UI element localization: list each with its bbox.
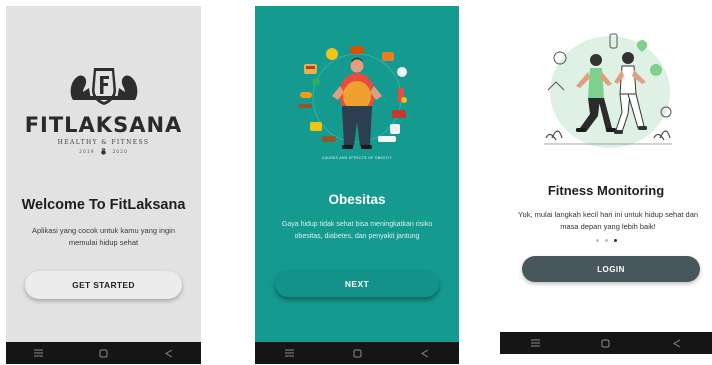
fitness-monitoring-screen: Fitness Monitoring Yuk, mulai langkah ke…	[500, 6, 712, 354]
page-dot	[595, 239, 599, 242]
home-icon[interactable]	[97, 346, 111, 360]
home-icon[interactable]	[350, 346, 364, 360]
menu-icon[interactable]	[282, 346, 296, 360]
back-icon[interactable]	[418, 346, 432, 360]
back-icon[interactable]	[670, 336, 684, 350]
welcome-title: Welcome To FitLaksana	[21, 197, 186, 213]
page-indicator	[500, 239, 712, 242]
android-nav-bar	[500, 332, 712, 354]
android-nav-bar	[255, 342, 459, 364]
next-button[interactable]: NEXT	[275, 270, 439, 297]
fitness-monitoring-title: Fitness Monitoring	[547, 183, 665, 198]
menu-icon[interactable]	[528, 336, 542, 350]
fitlaksana-logo: FitLaksana HEALTHY & FITNESS 2019 2020	[6, 64, 201, 155]
fitness-monitoring-subtitle: Yuk, mulai langkah kecil hari ini untuk …	[517, 210, 699, 231]
android-nav-bar	[6, 342, 201, 364]
running-couple-illustration	[544, 33, 672, 148]
page-dot-active	[613, 239, 617, 242]
flexing-arms-icon	[70, 68, 137, 105]
logo-est-line: 2019 2020	[6, 148, 201, 155]
obesitas-title: Obesitas	[328, 192, 386, 207]
obesity-illustration	[298, 46, 407, 149]
illustration-caption: CAUSES AND EFFECTS OF OBESITY	[321, 156, 393, 160]
welcome-screen: FitLaksana HEALTHY & FITNESS 2019 2020 W…	[6, 6, 201, 364]
logo-est-left: 2019	[79, 150, 95, 155]
login-button[interactable]: LOGIN	[522, 256, 700, 282]
obesitas-subtitle: Gaya hidup tidak sehat bisa meningkatkan…	[281, 221, 433, 240]
logo-est-right: 2020	[112, 150, 128, 155]
home-icon[interactable]	[599, 336, 613, 350]
kettlebell-icon	[101, 148, 106, 155]
get-started-button[interactable]: GET STARTED	[25, 271, 182, 299]
logo-wordmark: FitLaksana	[24, 113, 183, 137]
logo-tagline: HEALTHY & FITNESS	[57, 139, 150, 146]
menu-icon[interactable]	[32, 346, 46, 360]
obesitas-screen: CAUSES AND EFFECTS OF OBESITY Obesitas G…	[255, 6, 459, 364]
back-icon[interactable]	[162, 346, 176, 360]
welcome-subtitle: Aplikasi yang cocok untuk kamu yang ingi…	[32, 226, 175, 247]
page-dot	[604, 239, 608, 242]
